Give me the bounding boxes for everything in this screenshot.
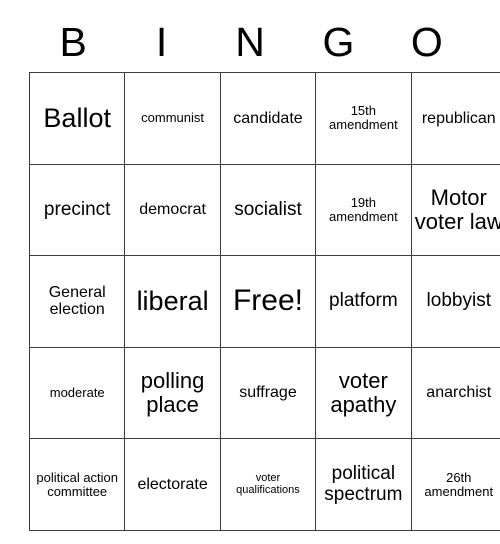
bingo-cell-o2[interactable]: Motor voter law	[410, 163, 500, 257]
bingo-header-letter-b: B	[59, 18, 87, 65]
bingo-cell-n4[interactable]: suffrage	[219, 346, 317, 440]
bingo-cell-o1[interactable]: republican	[410, 72, 500, 165]
bingo-cell-g5[interactable]: political spectrum	[315, 438, 412, 531]
bingo-cell-g1[interactable]: 15th amendment	[315, 72, 412, 165]
bingo-cell-b2[interactable]: precinct	[28, 163, 126, 257]
bingo-cell-label: 19th amendment	[329, 194, 398, 224]
bingo-cell-n1[interactable]: candidate	[219, 72, 317, 165]
bingo-cell-label: Ballot	[43, 102, 111, 133]
bingo-cell-label: liberal	[136, 285, 209, 316]
bingo-cell-label: suffrage	[239, 384, 297, 402]
bingo-cell-i2[interactable]: democrat	[124, 163, 221, 257]
bingo-free-space-label: Free!	[232, 284, 303, 318]
bingo-cell-i3[interactable]: liberal	[124, 255, 221, 348]
bingo-row: moderate polling place suffrage voter ap…	[28, 346, 500, 440]
bingo-cell-label: polling place	[140, 368, 205, 418]
bingo-header-letter-g: G	[322, 18, 355, 65]
bingo-row: Ballot communist candidate 15th amendmen…	[28, 72, 500, 165]
bingo-cell-i1[interactable]: communist	[124, 72, 221, 165]
bingo-cell-b4[interactable]: moderate	[28, 346, 126, 440]
bingo-cell-label: platform	[329, 290, 398, 312]
bingo-row: precinct democrat socialist 19th amendme…	[28, 163, 500, 257]
bingo-cell-label: candidate	[233, 109, 303, 127]
bingo-cell-label: lobbyist	[426, 290, 491, 312]
bingo-cell-label: anarchist	[426, 384, 492, 402]
bingo-cell-g3[interactable]: platform	[315, 255, 412, 348]
bingo-cell-label: socialist	[234, 198, 302, 220]
bingo-cell-n5[interactable]: voter qualifications	[219, 438, 317, 531]
bingo-cell-b5[interactable]: political action committee	[28, 438, 126, 531]
bingo-cell-o3[interactable]: lobbyist	[410, 255, 500, 348]
bingo-cell-i5[interactable]: electorate	[124, 438, 221, 531]
bingo-cell-label: communist	[141, 110, 205, 126]
bingo-header-letter-n: N	[235, 18, 265, 65]
bingo-grid: Ballot communist candidate 15th amendmen…	[28, 72, 500, 531]
bingo-cell-label: republican	[421, 109, 496, 127]
bingo-cell-label: political action committee	[36, 469, 119, 499]
bingo-cell-label: precinct	[43, 198, 111, 220]
bingo-cell-g2[interactable]: 19th amendment	[315, 163, 412, 257]
bingo-cell-label: moderate	[49, 385, 105, 401]
bingo-cell-label: voter qualifications	[236, 471, 300, 496]
bingo-cell-free-space[interactable]: Free!	[219, 255, 317, 348]
bingo-cell-label: 26th amendment	[424, 469, 494, 499]
bingo-header-letter-i: I	[155, 18, 168, 65]
bingo-cell-o5[interactable]: 26th amendment	[410, 438, 500, 531]
bingo-row: General election liberal Free! platform …	[28, 255, 500, 348]
bingo-cell-label: voter apathy	[330, 368, 397, 418]
bingo-header-row: B I N G O	[29, 12, 471, 72]
bingo-row: political action committee electorate vo…	[28, 438, 500, 531]
bingo-cell-label: General election	[48, 284, 106, 319]
bingo-header-letter-o: O	[410, 18, 443, 65]
bingo-cell-label: Motor voter law	[414, 185, 500, 234]
bingo-cell-b3[interactable]: General election	[28, 255, 126, 348]
bingo-cell-g4[interactable]: voter apathy	[315, 346, 412, 440]
bingo-cell-b1[interactable]: Ballot	[28, 72, 126, 165]
bingo-cell-label: electorate	[137, 476, 208, 494]
bingo-cell-label: 15th amendment	[329, 103, 398, 133]
bingo-cell-o4[interactable]: anarchist	[410, 346, 500, 440]
bingo-cell-label: political spectrum	[324, 463, 403, 505]
bingo-cell-n2[interactable]: socialist	[219, 163, 317, 257]
bingo-cell-label: democrat	[139, 201, 206, 219]
bingo-card: B I N G O Ballot communist candidate 15t…	[28, 12, 500, 531]
bingo-cell-i4[interactable]: polling place	[124, 346, 221, 440]
